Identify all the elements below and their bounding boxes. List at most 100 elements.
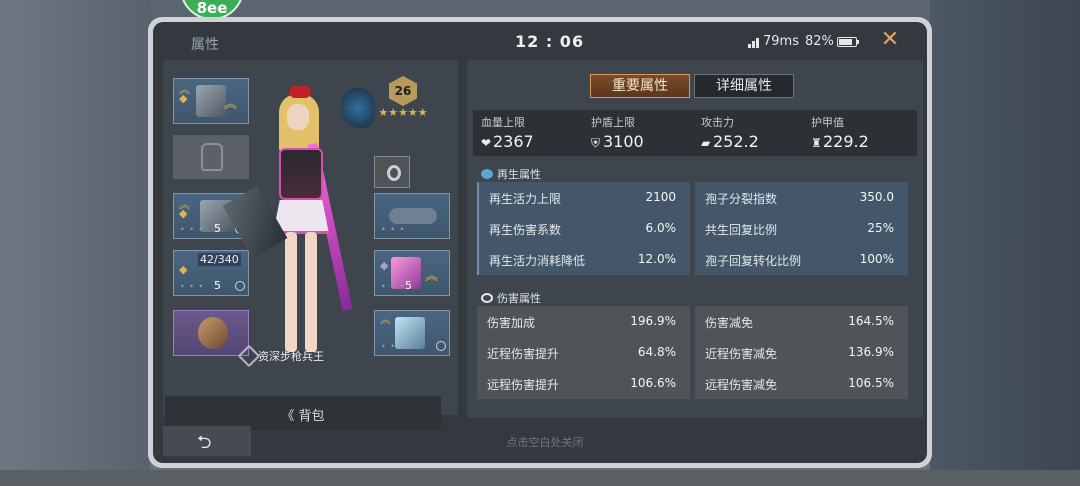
level-dots: • • •	[381, 342, 406, 351]
character-leg	[305, 232, 317, 352]
back-arrow-icon: ⮌	[197, 432, 212, 453]
section-title: 伤害属性	[497, 292, 541, 305]
attr-row: 孢子分裂指数 350.0	[695, 182, 908, 213]
attr-label: 再生伤害系数	[489, 223, 562, 237]
attr-row: 共生回复比例 25%	[695, 213, 908, 244]
stat-label: 血量上限	[481, 116, 525, 129]
screen-title: 属性	[191, 37, 219, 53]
attr-label: 伤害减免	[705, 316, 754, 330]
character-model	[222, 82, 375, 372]
upgrade-chevron-icon: ︽	[425, 269, 439, 284]
rank-chevron-icon: ︽ ◆	[179, 198, 190, 220]
mod-badge-icon	[436, 341, 446, 351]
rank-chevron-icon: ◆	[380, 259, 389, 272]
rank-chevron-icon: ︽ ◆	[179, 83, 190, 105]
signal-icon	[748, 38, 762, 48]
background-bottom	[0, 470, 1080, 486]
rank-badge: 26 ★★★★★	[376, 76, 430, 120]
level-dots: • • •	[180, 225, 205, 234]
attr-row: 伤害加成 196.9%	[477, 306, 690, 337]
tab-detail-attributes[interactable]: 详细属性	[694, 74, 794, 98]
damage-icon	[481, 293, 493, 303]
bottom-bar: 点击空白处关闭 ⮌	[163, 426, 927, 456]
attr-value: 25%	[867, 221, 894, 235]
slot-count: 5	[214, 279, 221, 292]
slot-secondary-weapon[interactable]: 42/340 ◆ 5 • • •	[173, 250, 249, 296]
attr-row: 远程伤害减免 106.5%	[695, 368, 908, 399]
rank-stars: ★★★★★	[378, 106, 428, 119]
attr-label: 孢子回复转化比例	[705, 254, 802, 268]
character-torso	[279, 148, 323, 200]
attr-label: 远程伤害提升	[487, 378, 560, 392]
slot-count: 5	[214, 222, 221, 235]
upgrade-chevron-icon: ︽	[224, 97, 238, 112]
status-bar: 属性 12 : 06 79ms 82% ✕	[153, 22, 927, 62]
attr-value: 164.5%	[848, 314, 894, 328]
core-stats-bar: 血量上限 ❤ 2367 护盾上限 ⛨ 3100 攻击力 ▰ 252.2 护甲值 ♜22…	[473, 110, 917, 156]
ping-readout: 79ms	[763, 34, 799, 49]
stat-label: 护盾上限	[591, 116, 635, 129]
character-bow	[289, 86, 311, 98]
attr-value: 136.9%	[848, 345, 894, 359]
rank-number: 26	[394, 84, 412, 98]
attributes-panel: 重要属性 详细属性 血量上限 ❤ 2367 护盾上限 ⛨ 3100 攻击力 ▰ 252…	[467, 60, 923, 418]
attr-value: 106.5%	[848, 376, 894, 390]
attr-value: 100%	[859, 252, 894, 266]
slot-crystal[interactable]: ︽ • • •	[374, 310, 450, 356]
rank-chevron-icon: ︽	[380, 313, 391, 326]
accessory-icon	[198, 317, 228, 349]
rank-chevron-icon: ◆	[179, 263, 188, 276]
attr-label: 再生活力消耗降低	[489, 254, 586, 268]
attr-row: 再生活力上限 2100	[477, 182, 690, 213]
armor-icon: ♜	[811, 136, 822, 150]
attr-value: 2100	[645, 190, 676, 204]
attr-label: 共生回复比例	[705, 223, 778, 237]
plume-decoration	[341, 88, 375, 128]
battery-icon	[837, 37, 859, 47]
tab-key-attributes[interactable]: 重要属性	[590, 74, 690, 98]
stat-max-shield: 护盾上限 ⛨ 3100	[591, 114, 644, 151]
slot-accessory[interactable]	[173, 310, 249, 356]
stat-value: 229.2	[823, 132, 869, 151]
player-title: 资深步枪兵王	[258, 350, 324, 363]
level-dots: • • •	[381, 225, 406, 234]
character-face	[287, 104, 309, 130]
attr-label: 伤害加成	[487, 316, 536, 330]
close-hint[interactable]: 点击空白处关闭	[163, 434, 927, 450]
back-button[interactable]: ⮌	[163, 426, 251, 456]
clock: 12 : 06	[515, 32, 585, 51]
slot-bracelet[interactable]: • • •	[374, 193, 450, 239]
stat-value: 252.2	[713, 132, 759, 151]
stat-label: 护甲值	[811, 116, 844, 129]
attr-value: 64.8%	[637, 345, 676, 359]
backpack-button-label: 《 背包	[281, 409, 325, 424]
backpack-button[interactable]: 《 背包	[165, 396, 441, 430]
attr-value: 350.0	[859, 190, 894, 204]
attr-value: 106.6%	[630, 376, 676, 390]
damage-section-header: 伤害属性	[481, 290, 541, 306]
attr-row: 近程伤害减免 136.9%	[695, 337, 908, 368]
attr-row: 再生活力消耗降低 12.0%	[477, 244, 690, 275]
mod-badge-icon	[235, 281, 245, 291]
device-frame: 属性 12 : 06 79ms 82% ✕ ︽ ◆ ︽ ︽ ◆ 5 • • • …	[148, 17, 932, 468]
bracelet-icon	[389, 208, 437, 224]
heart-icon: ❤	[481, 136, 492, 150]
slot-backpack[interactable]	[173, 135, 249, 179]
gun-icon: ▰	[701, 136, 711, 150]
slot-helmet[interactable]: ︽ ◆ ︽	[173, 78, 249, 124]
shield-icon: ⛨	[591, 136, 601, 150]
ammo-count: 42/340	[198, 253, 241, 266]
stat-max-hp: 血量上限 ❤ 2367	[481, 114, 534, 151]
slot-ring[interactable]	[374, 156, 410, 188]
character-leg	[285, 232, 297, 352]
backpack-icon	[201, 143, 223, 171]
attr-value: 6.0%	[645, 221, 677, 235]
stat-attack: 攻击力 ▰ 252.2	[701, 114, 759, 151]
attr-row: 近程伤害提升 64.8%	[477, 337, 690, 368]
attr-row: 孢子回复转化比例 100%	[695, 244, 908, 275]
regen-icon	[481, 169, 493, 179]
slot-melee[interactable]: ◆ ︽ 5 • • •	[374, 250, 450, 296]
attr-label: 再生活力上限	[489, 192, 562, 206]
stat-label: 攻击力	[701, 116, 734, 129]
close-button[interactable]: ✕	[878, 28, 902, 52]
